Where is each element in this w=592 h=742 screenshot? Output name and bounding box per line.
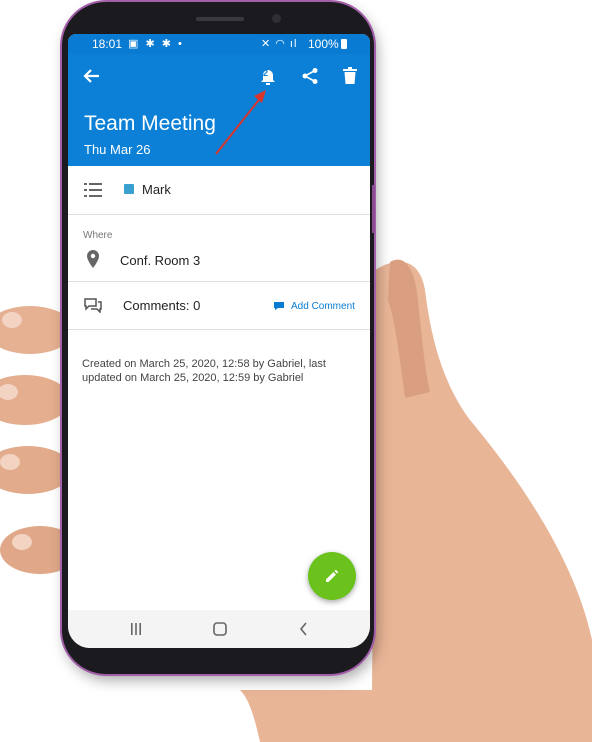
side-button: [372, 185, 375, 233]
annotation-arrow: [215, 90, 266, 155]
